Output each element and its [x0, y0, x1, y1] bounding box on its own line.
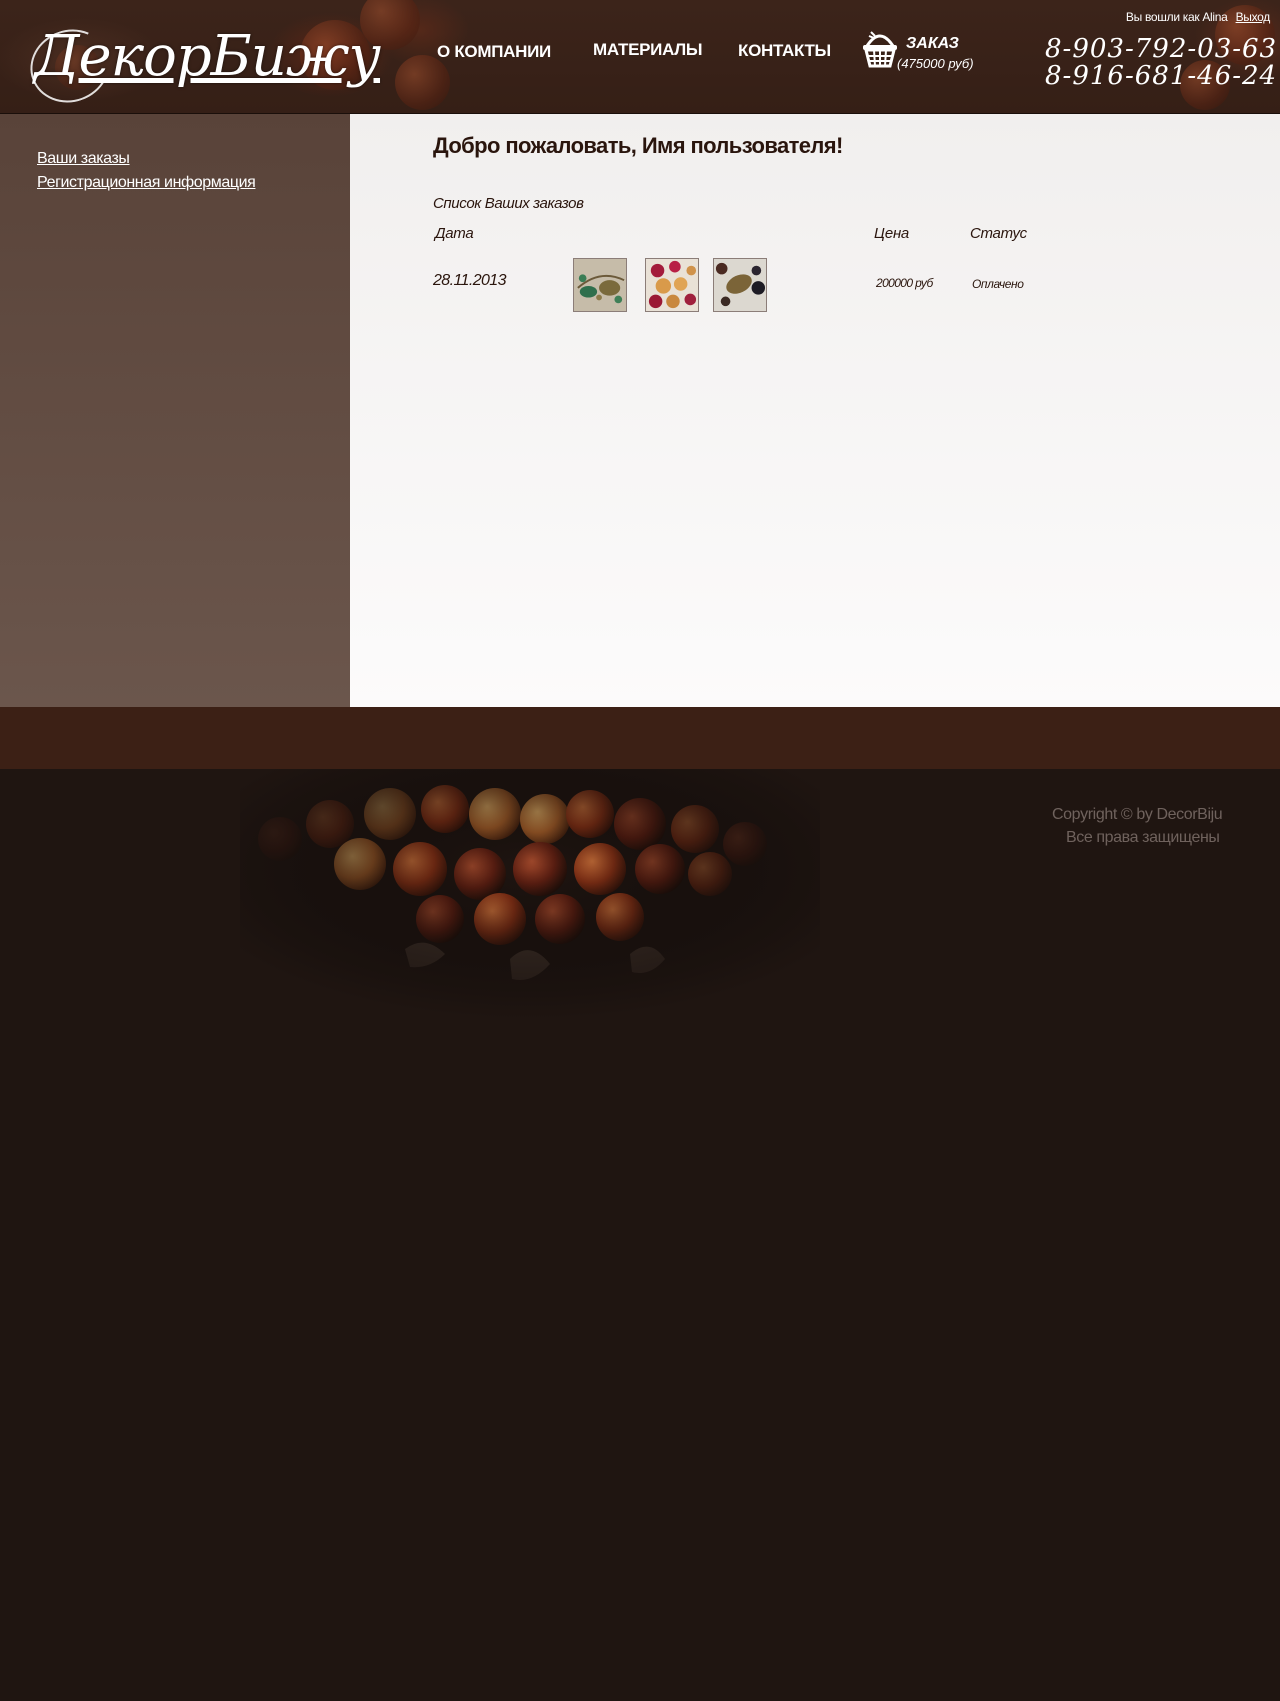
phone-number-1: 8-903-792-03-63 [1045, 34, 1278, 64]
column-header-status: Статус [970, 225, 1027, 242]
phone-number-2: 8-916-681-46-24 [1045, 61, 1278, 91]
nav-about[interactable]: О КОМПАНИИ [437, 42, 551, 62]
site-logo[interactable]: ДекорБижу [20, 8, 381, 114]
beads-dark-image [714, 259, 766, 311]
logout-link[interactable]: Выход [1236, 10, 1271, 24]
nav-contacts[interactable]: КОНТАКТЫ [738, 41, 831, 61]
bracelet-green-thumbnail[interactable] [573, 258, 627, 312]
cart-total: (475000 руб) [897, 56, 974, 71]
site-header: ДекорБижу О КОМПАНИИ МАТЕРИАЛЫ КОНТАКТЫ … [0, 0, 1280, 114]
basket-icon [863, 31, 897, 68]
logged-in-as-text: Вы вошли как Alina [1125, 10, 1228, 24]
order-date: 28.11.2013 [433, 272, 507, 289]
order-status: Оплачено [972, 277, 1024, 291]
copyright-text: Copyright © by DecorBiju [1052, 806, 1223, 823]
order-price: 200000 руб [876, 276, 933, 290]
column-header-price: Цена [874, 225, 909, 242]
bracelet-green-image [574, 259, 626, 311]
beads-dark-thumbnail[interactable] [713, 258, 767, 312]
account-sidebar [0, 114, 350, 707]
sidebar-item-registration-info[interactable]: Регистрационная информация [37, 174, 256, 192]
beads-red-orange-thumbnail[interactable] [645, 258, 699, 312]
footer-beads-decoration [240, 769, 820, 1019]
cart-title: ЗАКАЗ [906, 35, 959, 52]
column-header-date: Дата [435, 225, 474, 242]
login-status: Вы вошли как Alina Выход [1126, 10, 1270, 24]
rights-reserved-text: Все права защищены [1066, 829, 1220, 846]
sidebar-item-orders[interactable]: Ваши заказы [37, 150, 130, 168]
beads-red-orange-image [646, 259, 698, 311]
nav-materials[interactable]: МАТЕРИАЛЫ [593, 40, 703, 60]
decorative-bead [395, 55, 450, 110]
footer-band [0, 707, 1280, 769]
page-title: Добро пожаловать, Имя пользователя! [433, 133, 843, 158]
orders-list-title: Список Ваших заказов [433, 195, 584, 212]
